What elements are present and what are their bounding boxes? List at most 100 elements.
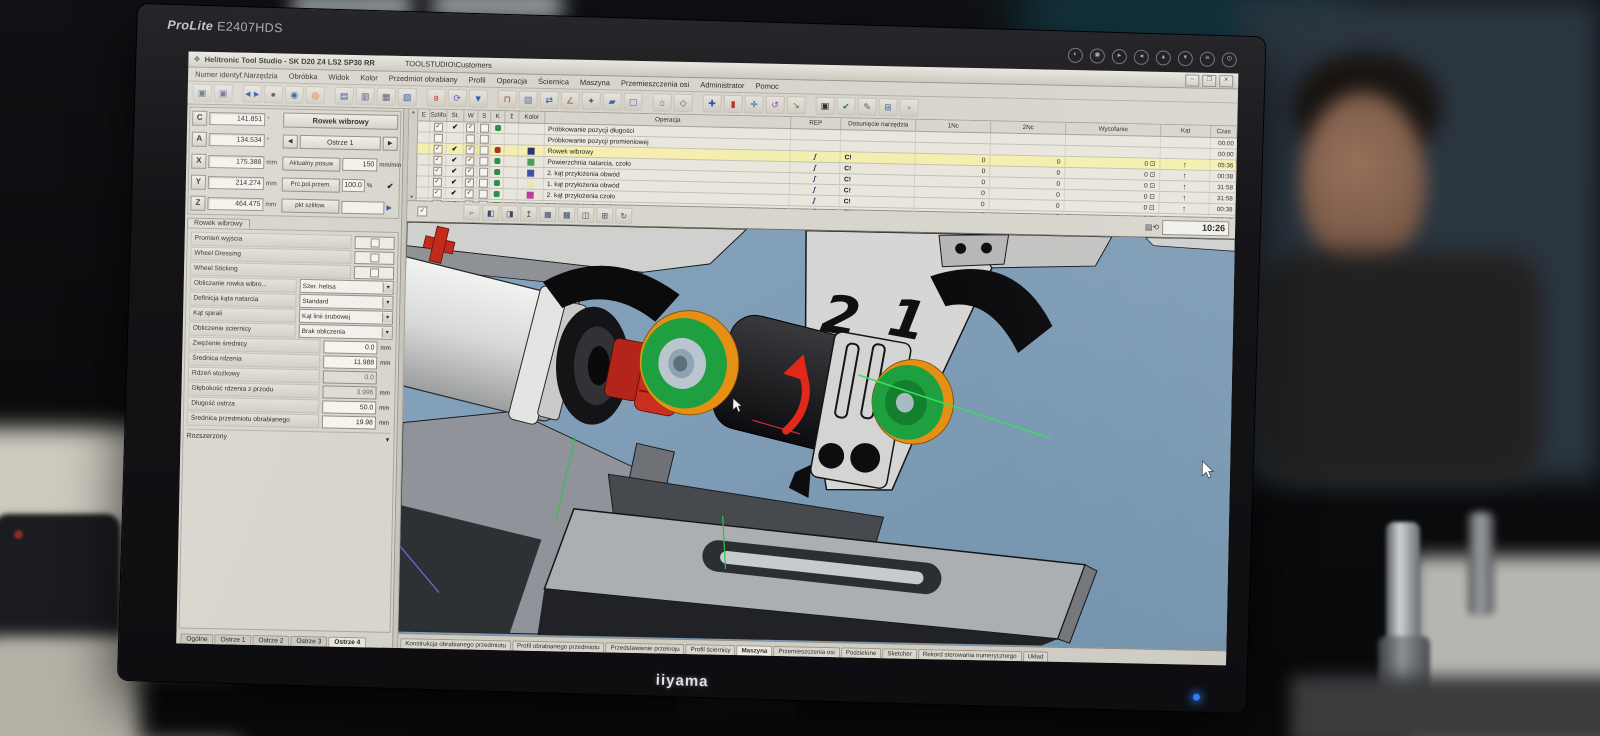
override-field[interactable]: 100.0 — [342, 179, 365, 192]
feed-field[interactable]: 150 — [342, 158, 377, 172]
osd-button[interactable]: ≡ — [1200, 52, 1215, 67]
osd-button[interactable]: ◂ — [1134, 50, 1149, 65]
chevron-down-icon[interactable]: ▼ — [383, 283, 393, 293]
axis-value-field[interactable]: 134.534 — [209, 133, 265, 147]
view-tab[interactable]: Sketcher — [882, 648, 917, 659]
param-dropdown[interactable]: Brak obliczenia▼ — [299, 324, 393, 340]
checkbox[interactable] — [433, 133, 442, 142]
edge-tab[interactable]: Ostrze 1 — [214, 634, 251, 645]
toolbar-button[interactable]: ∠ — [560, 91, 579, 109]
view-tab[interactable]: Podzielone — [841, 647, 882, 658]
param-label[interactable]: Kąt spirali — [189, 307, 296, 323]
chevron-down-icon[interactable]: ▼ — [382, 313, 392, 323]
param-dropdown[interactable]: Szer. helisa▼ — [300, 279, 394, 295]
param-label[interactable]: Zwężenie średnicy — [188, 337, 320, 354]
osd-button[interactable]: ⊙ — [1222, 52, 1237, 67]
param-label[interactable]: Obliczenie ściernicy — [189, 322, 296, 338]
menu-item[interactable]: Maszyna — [580, 78, 610, 88]
toolbar-button[interactable]: ▼ — [469, 89, 488, 107]
viewport-button[interactable]: ↥ — [520, 206, 537, 222]
color-chip[interactable] — [527, 158, 534, 165]
expand-icon[interactable]: ▼ — [384, 437, 390, 443]
axis-value-field[interactable]: 141.851 — [209, 112, 265, 126]
param-dropdown[interactable]: Standard▼ — [299, 294, 393, 310]
toolbar-button[interactable]: ▢ — [623, 93, 642, 111]
param-label[interactable]: Rdzeń stożkowy — [188, 367, 320, 384]
toolbar-button[interactable]: ◎ — [306, 86, 325, 104]
chevron-down-icon[interactable]: ▼ — [382, 298, 392, 308]
param-value-field[interactable]: 0.0 — [323, 340, 377, 354]
param-label[interactable]: Obliczanie rowka wibro... — [190, 277, 297, 293]
toolbar-button[interactable]: ✛ — [744, 95, 763, 113]
toolbar-button[interactable]: ⟳ — [448, 89, 467, 107]
toolbar-button[interactable]: ✔ — [836, 97, 855, 115]
menu-item[interactable]: Numer identyf.Narzędzia — [195, 70, 278, 81]
axis-button[interactable]: A — [192, 132, 207, 147]
param-value-field[interactable]: 19.98 — [322, 415, 376, 429]
viewport-button[interactable]: ◧ — [482, 205, 499, 221]
checkbox[interactable] — [370, 253, 379, 262]
checkbox[interactable]: ✓ — [465, 189, 474, 198]
menu-item[interactable]: Administrator — [700, 80, 744, 90]
viewport-button[interactable]: ⊞ — [596, 207, 613, 223]
toolbar-button[interactable]: ◄► — [243, 85, 262, 103]
checkbox[interactable] — [479, 145, 488, 154]
checkbox[interactable]: ✓ — [433, 122, 442, 131]
override-button[interactable]: Prc.pol.przem. — [282, 177, 340, 192]
toolbar-button[interactable]: ▣ — [193, 84, 212, 102]
param-value-field[interactable]: 11.988 — [323, 355, 377, 369]
menu-item[interactable]: Kolor — [360, 73, 378, 82]
checkbox[interactable]: ✓ — [433, 144, 442, 153]
toolbar-button[interactable]: ▣ — [214, 84, 233, 102]
viewport-checkbox[interactable]: ✓ — [417, 206, 427, 216]
menu-item[interactable]: Widok — [328, 72, 349, 81]
play-icon[interactable]: ▶ — [386, 204, 396, 212]
checkbox[interactable] — [479, 134, 488, 143]
toolbar-button[interactable]: ↘ — [786, 96, 805, 114]
color-chip[interactable] — [528, 125, 535, 132]
osd-button[interactable]: ▴ — [1156, 50, 1171, 65]
view-tab[interactable]: Rekord sterowania numerycznego — [918, 649, 1022, 661]
checkbox[interactable]: ✓ — [465, 156, 474, 165]
viewport-button[interactable]: ◫ — [577, 207, 594, 223]
checkbox[interactable]: ✓ — [465, 167, 474, 176]
toolbar-button[interactable]: ▥ — [356, 87, 375, 105]
toolbar-button[interactable]: ▦ — [377, 87, 396, 105]
toolbar-button[interactable]: ↺ — [765, 96, 784, 114]
osd-button[interactable]: ▸ — [1112, 49, 1127, 64]
toolbar-button[interactable]: ⊓ — [497, 90, 516, 108]
viewport-button[interactable]: ▩ — [558, 206, 575, 222]
checkbox[interactable]: ✓ — [466, 145, 475, 154]
axis-button[interactable]: Y — [191, 174, 206, 189]
toolbar-button[interactable]: ▤ — [335, 87, 354, 105]
color-chip[interactable] — [528, 136, 535, 143]
checkbox[interactable]: ✓ — [466, 123, 475, 132]
menu-item[interactable]: Profil — [468, 75, 485, 84]
view-tab[interactable]: Profil ściernicy — [686, 644, 736, 655]
axis-button[interactable]: C — [192, 111, 207, 126]
grind-point-button[interactable]: pkt szlifow. — [281, 199, 339, 214]
checkbox[interactable] — [478, 178, 487, 187]
osd-button[interactable]: ◉ — [1090, 48, 1105, 63]
toolbar-button[interactable]: ʙ — [427, 89, 446, 107]
param-label[interactable]: Średnica rdzenia — [188, 352, 320, 369]
osd-button[interactable]: ▾ — [1178, 51, 1193, 66]
axis-value-field[interactable]: 464.475 — [207, 197, 263, 211]
param-label[interactable]: Średnica przedmiotu obrabianego — [187, 412, 319, 429]
3d-viewport[interactable]: 2 1 — [398, 222, 1234, 650]
menu-item[interactable]: Ściernica — [538, 77, 569, 87]
menu-item[interactable]: Przedmiot obrabiany — [389, 74, 458, 84]
toolbar-button[interactable]: ✎ — [857, 98, 876, 116]
param-value-field[interactable]: 50.0 — [322, 400, 376, 414]
param-label[interactable]: Definicja kąta natarcia — [189, 292, 296, 308]
grind-point-field[interactable] — [341, 200, 384, 214]
close-button[interactable]: ✕ — [1219, 75, 1233, 87]
axis-button[interactable]: X — [191, 153, 206, 168]
axis-button[interactable]: Z — [190, 196, 205, 211]
toolbar-button[interactable]: ▰ — [602, 92, 621, 110]
color-chip[interactable] — [527, 180, 534, 187]
view-tab[interactable]: Układ — [1023, 651, 1049, 662]
edge-selector[interactable]: Ostrze 1 — [300, 135, 381, 151]
color-chip[interactable] — [528, 147, 535, 154]
edge-tab[interactable]: Ostrze 4 — [328, 637, 366, 648]
